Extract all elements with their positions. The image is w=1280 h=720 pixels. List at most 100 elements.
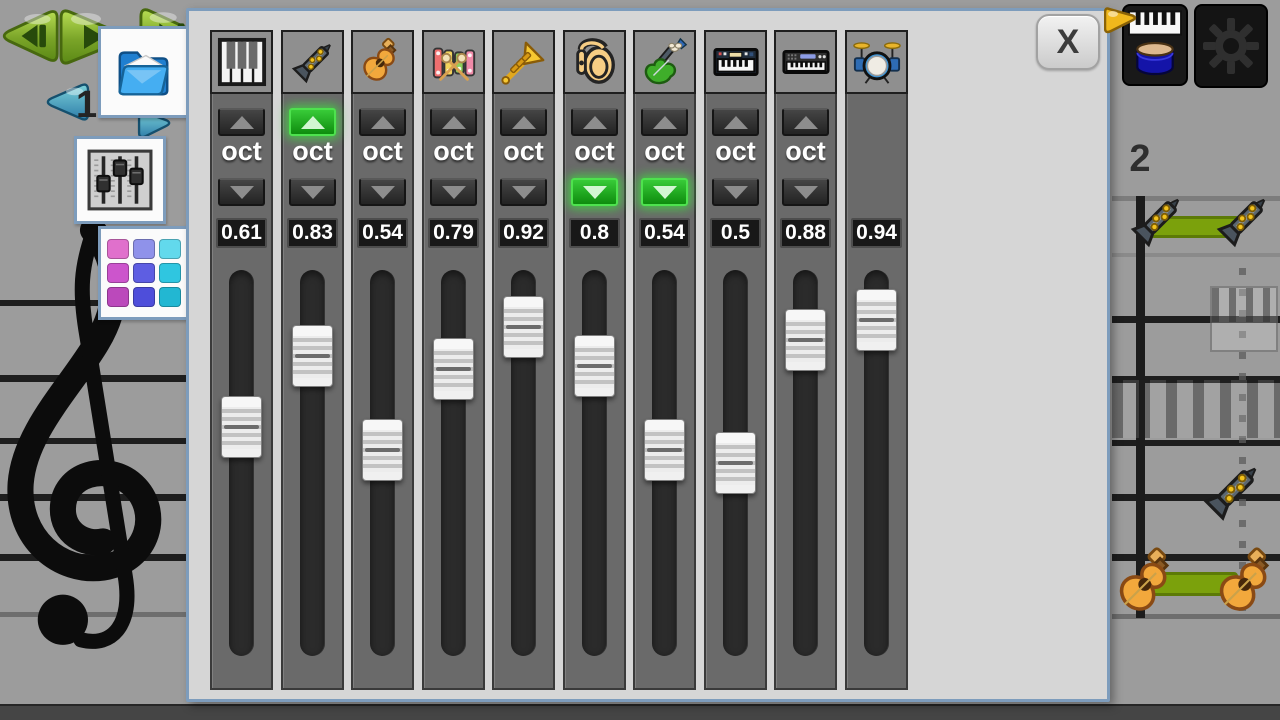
octave-up-button[interactable] xyxy=(218,108,265,136)
octave-down-button[interactable] xyxy=(500,178,547,206)
volume-slider-thumb[interactable] xyxy=(433,338,474,400)
triangle-up-icon xyxy=(512,116,536,129)
triangle-down-icon xyxy=(512,186,536,199)
mixer-channel-1: oct0.61 xyxy=(210,30,273,690)
folder-icon xyxy=(113,41,175,103)
thumb-grip-line xyxy=(224,425,259,429)
triangle-down-icon xyxy=(301,186,325,199)
thumb-grip-line xyxy=(647,448,682,452)
octave-up-button[interactable] xyxy=(289,108,336,136)
close-button[interactable]: X xyxy=(1036,14,1100,70)
clarinet-icon[interactable] xyxy=(281,30,344,94)
volume-slider-thumb[interactable] xyxy=(362,419,403,481)
volume-slider-thumb[interactable] xyxy=(785,309,826,371)
mixer-channel-9: oct0.88 xyxy=(774,30,837,690)
xylophone-icon[interactable] xyxy=(422,30,485,94)
clarinet-note-icon[interactable] xyxy=(1126,190,1188,252)
piano-icon[interactable] xyxy=(210,30,273,94)
tab-mixer[interactable] xyxy=(74,136,166,224)
triangle-up-icon xyxy=(653,116,677,129)
octave-down-button[interactable] xyxy=(218,178,265,206)
mixer-channel-8: oct0.5 xyxy=(704,30,767,690)
volume-slider-track[interactable] xyxy=(441,270,466,656)
octave-label: oct xyxy=(424,136,483,167)
octave-down-button[interactable] xyxy=(289,178,336,206)
mixer-channel-5: oct 0.92 xyxy=(492,30,555,690)
octave-label: oct xyxy=(283,136,342,167)
keyboard-icon[interactable] xyxy=(704,30,767,94)
mixer-channel-4: oct 0.79 xyxy=(422,30,485,690)
drums-icon[interactable] xyxy=(845,30,908,94)
octave-up-button[interactable] xyxy=(359,108,406,136)
volume-value: 0.88 xyxy=(780,218,831,248)
octave-label: oct xyxy=(494,136,553,167)
guitar-note-icon[interactable] xyxy=(1212,546,1280,620)
volume-slider-thumb[interactable] xyxy=(503,296,544,358)
thumb-grip-line xyxy=(859,318,894,322)
octave-down-button[interactable] xyxy=(571,178,618,206)
thumb-grip-line xyxy=(506,325,541,329)
tab-pads[interactable] xyxy=(98,226,190,320)
octave-up-button[interactable] xyxy=(500,108,547,136)
octave-up-button[interactable] xyxy=(641,108,688,136)
ghost-piano-roll xyxy=(1112,380,1280,438)
triangle-up-icon xyxy=(794,116,818,129)
thumb-grip-line xyxy=(718,461,753,465)
volume-slider-thumb[interactable] xyxy=(574,335,615,397)
app-screen: 2 xyxy=(0,0,1280,720)
skip-back-button[interactable] xyxy=(0,6,60,66)
octave-up-button[interactable] xyxy=(430,108,477,136)
volume-slider-track[interactable] xyxy=(582,270,607,656)
volume-slider-thumb[interactable] xyxy=(856,289,897,351)
electric-guitar-icon[interactable] xyxy=(633,30,696,94)
guitar-icon[interactable] xyxy=(351,30,414,94)
thumb-grip-line xyxy=(436,367,471,371)
triangle-down-icon xyxy=(583,186,607,199)
volume-value: 0.92 xyxy=(498,218,549,248)
volume-slider-thumb[interactable] xyxy=(715,432,756,494)
volume-value: 0.79 xyxy=(428,218,479,248)
pad-cell xyxy=(159,287,181,307)
volume-slider-track[interactable] xyxy=(229,270,254,656)
pad-cell xyxy=(107,239,129,259)
octave-down-button[interactable] xyxy=(359,178,406,206)
triangle-down-icon xyxy=(371,186,395,199)
volume-value: 0.83 xyxy=(287,218,338,248)
octave-down-button[interactable] xyxy=(641,178,688,206)
triangle-down-icon xyxy=(442,186,466,199)
octave-up-button[interactable] xyxy=(782,108,829,136)
octave-label: oct xyxy=(706,136,765,167)
mixer-channel-2: oct 0.83 xyxy=(281,30,344,690)
triangle-up-icon xyxy=(724,116,748,129)
tab-files[interactable] xyxy=(98,26,190,118)
pads-grid-icon xyxy=(107,239,181,307)
octave-down-button[interactable] xyxy=(430,178,477,206)
clarinet-note-icon[interactable] xyxy=(1198,458,1266,526)
octave-up-button[interactable] xyxy=(712,108,759,136)
thumb-grip-line xyxy=(577,364,612,368)
drum-icon xyxy=(1132,38,1178,80)
octave-down-button[interactable] xyxy=(712,178,759,206)
ghost-piano-keys xyxy=(1210,286,1278,352)
pad-cell xyxy=(133,239,155,259)
trumpet-icon[interactable] xyxy=(492,30,555,94)
octave-down-button[interactable] xyxy=(782,178,829,206)
mixer-channel-10: 0.94 xyxy=(845,30,908,690)
thumb-grip-line xyxy=(788,338,823,342)
gear-icon xyxy=(1203,18,1259,74)
volume-slider-thumb[interactable] xyxy=(221,396,262,458)
clarinet-note-icon[interactable] xyxy=(1212,190,1274,252)
octave-label: oct xyxy=(212,136,271,167)
guitar-note-icon[interactable] xyxy=(1112,546,1186,620)
mixer-channel-3: oct0.54 xyxy=(351,30,414,690)
triangle-up-icon xyxy=(230,116,254,129)
octave-label: oct xyxy=(353,136,412,167)
tuba-icon[interactable] xyxy=(563,30,626,94)
octave-up-button[interactable] xyxy=(571,108,618,136)
settings-button[interactable] xyxy=(1194,4,1268,88)
volume-slider-thumb[interactable] xyxy=(644,419,685,481)
volume-slider-thumb[interactable] xyxy=(292,325,333,387)
synthesizer-icon[interactable] xyxy=(774,30,837,94)
triangle-down-icon xyxy=(794,186,818,199)
triangle-down-icon xyxy=(653,186,677,199)
